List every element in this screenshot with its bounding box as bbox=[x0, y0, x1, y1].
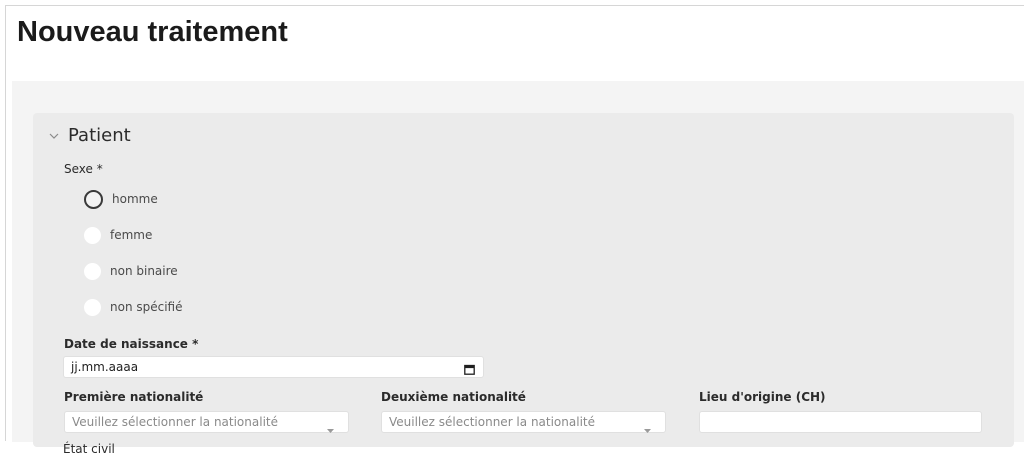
premiere-nationalite-select[interactable]: Veuillez sélectionner la nationalité bbox=[64, 411, 349, 433]
sexe-label: Sexe * bbox=[64, 162, 103, 176]
radio-non-specifie[interactable]: non spécifié bbox=[84, 297, 183, 317]
radio-button[interactable] bbox=[84, 189, 103, 209]
lieu-origine-input[interactable] bbox=[699, 411, 982, 433]
deuxieme-nationalite-select[interactable]: Veuillez sélectionner la nationalité bbox=[381, 411, 666, 433]
radio-button[interactable] bbox=[84, 298, 101, 316]
section-title: Patient bbox=[68, 124, 131, 146]
calendar-icon[interactable] bbox=[464, 362, 475, 375]
radio-label: femme bbox=[110, 228, 153, 242]
radio-femme[interactable]: femme bbox=[84, 225, 152, 245]
patient-section: Patient Sexe * homme femme non binaire n… bbox=[33, 113, 1014, 456]
page-title: Nouveau traitement bbox=[17, 16, 288, 48]
select-placeholder: Veuillez sélectionner la nationalité bbox=[72, 415, 278, 429]
caret-down-icon bbox=[327, 420, 334, 433]
radio-button[interactable] bbox=[84, 262, 101, 280]
select-placeholder: Veuillez sélectionner la nationalité bbox=[389, 415, 595, 429]
caret-down-icon bbox=[644, 420, 651, 433]
patient-section-header[interactable]: Patient bbox=[48, 123, 131, 147]
date-naissance-label: Date de naissance * bbox=[64, 337, 199, 351]
deuxieme-nationalite-label: Deuxième nationalité bbox=[381, 390, 526, 404]
radio-label: non spécifié bbox=[110, 300, 183, 314]
radio-non-binaire[interactable]: non binaire bbox=[84, 261, 178, 281]
radio-homme[interactable]: homme bbox=[84, 189, 158, 209]
etat-civil-label: État civil bbox=[63, 442, 115, 456]
radio-button[interactable] bbox=[84, 226, 101, 244]
radio-label: non binaire bbox=[110, 264, 178, 278]
chevron-down-icon[interactable] bbox=[48, 129, 60, 141]
premiere-nationalite-label: Première nationalité bbox=[64, 390, 204, 404]
radio-label: homme bbox=[112, 192, 158, 206]
date-placeholder: jj.mm.aaaa bbox=[71, 360, 139, 374]
lieu-origine-label: Lieu d'origine (CH) bbox=[699, 390, 826, 404]
app-window: Nouveau traitement Patient Sexe * homme … bbox=[5, 5, 1024, 456]
date-naissance-input[interactable]: jj.mm.aaaa bbox=[63, 356, 484, 378]
